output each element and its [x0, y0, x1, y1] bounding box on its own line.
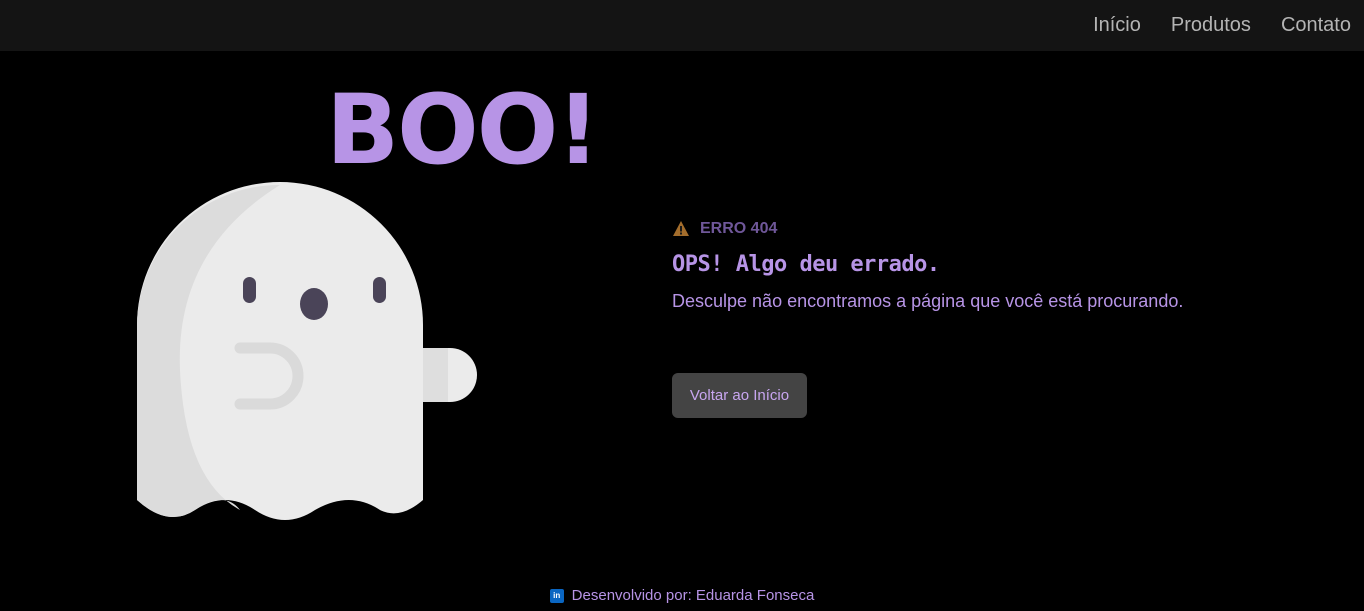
ghost-right-eye [373, 277, 386, 303]
nav-link-inicio[interactable]: Início [1093, 14, 1141, 37]
error-headline: OPS! Algo deu errado. [672, 252, 940, 277]
ghost-mouth [300, 288, 328, 320]
ghost-left-eye [243, 277, 256, 303]
nav-link-contato[interactable]: Contato [1281, 14, 1351, 37]
footer: in Desenvolvido por: Eduarda Fonseca [0, 587, 1364, 604]
back-to-home-button[interactable]: Voltar ao Início [672, 373, 807, 418]
top-navbar: Início Produtos Contato [0, 0, 1364, 51]
linkedin-icon[interactable]: in [549, 588, 564, 603]
nav-link-produtos[interactable]: Produtos [1171, 14, 1251, 37]
error-code: ERRO 404 [700, 220, 778, 237]
error-content: ERRO 404 OPS! Algo deu errado. Desculpe … [672, 220, 1312, 418]
error-description: Desculpe não encontramos a página que vo… [672, 291, 1184, 311]
ghost-illustration [137, 182, 477, 521]
warning-icon [673, 221, 689, 236]
footer-credit[interactable]: Desenvolvido por: Eduarda Fonseca [572, 587, 815, 604]
error-code-row: ERRO 404 [672, 220, 1312, 238]
